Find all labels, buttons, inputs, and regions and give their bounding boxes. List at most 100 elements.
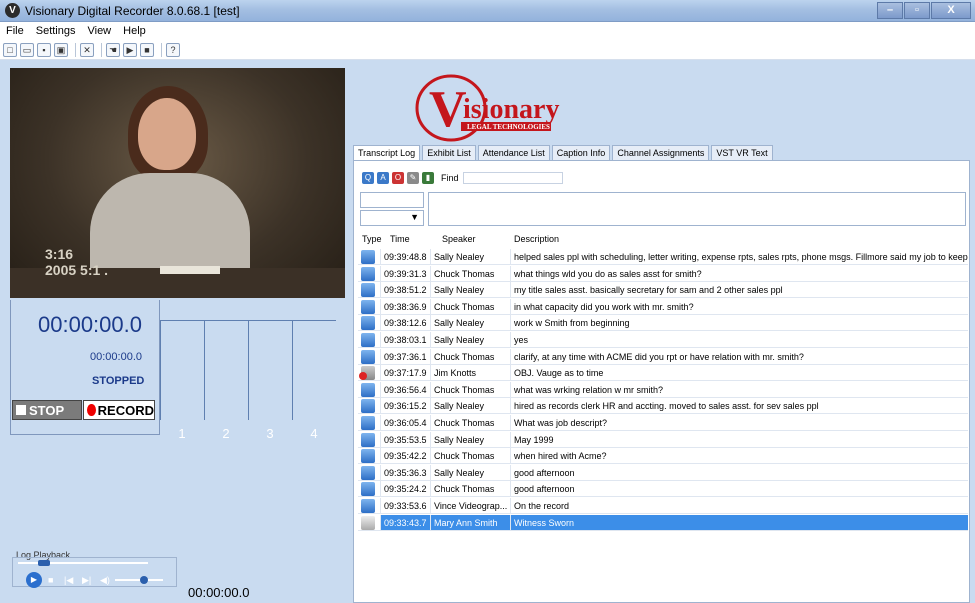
table-row[interactable]: 09:38:03.1 Sally Nealey yes — [358, 332, 968, 348]
table-row[interactable]: 09:39:48.8 Sally Nealey helped sales ppl w… — [358, 249, 968, 265]
table-row[interactable]: 09:35:53.5 Sally Nealey May 1999 — [358, 431, 968, 448]
table-row[interactable]: 09:39:31.3 Chuck Thomas what things wld yo… — [358, 265, 968, 282]
camera-icon[interactable]: ▶ — [123, 42, 137, 57]
recorder-panel: 3:16 2005 5:1 . 00:00:00.0 00:00:00.0 ST… — [0, 60, 348, 603]
sworn-icon — [361, 515, 375, 530]
table-row[interactable]: 09:35:36.3 Sally Nealey good afternoon — [358, 464, 968, 481]
table-row[interactable]: 09:38:36.9 Chuck Thomas in what capacity d… — [358, 298, 968, 315]
question-icon — [361, 382, 375, 397]
row-type-cell — [358, 249, 380, 265]
find-input[interactable] — [462, 172, 563, 184]
svg-text:isionary: isionary — [463, 94, 559, 125]
tab-exhibit-list[interactable]: Exhibit List — [422, 145, 476, 160]
row-time: 09:36:05.4 — [380, 415, 430, 431]
table-row[interactable]: 09:33:43.7 Mary Ann Smith Witness Sworn — [358, 514, 968, 531]
tab-attendance-list[interactable]: Attendance List — [477, 145, 550, 160]
row-type-cell — [358, 398, 380, 415]
row-type-cell — [358, 432, 380, 448]
tools-icon[interactable]: ✕ — [80, 42, 94, 57]
row-speaker: Sally Nealey — [430, 282, 510, 299]
table-row[interactable]: 09:36:05.4 Chuck Thomas What was job descr… — [358, 415, 968, 431]
table-row[interactable]: 09:36:56.4 Chuck Thomas what was wrking re… — [358, 381, 968, 398]
hand-icon[interactable]: ☚ — [106, 42, 120, 57]
stop-playback-icon[interactable]: ■ — [48, 575, 53, 585]
monitor-icon[interactable]: ■ — [140, 42, 154, 57]
row-type-cell — [358, 299, 380, 315]
table-row[interactable]: 09:37:36.1 Chuck Thomas clarify, at any ti… — [358, 348, 968, 365]
row-description: good afternoon — [510, 464, 968, 481]
maximize-button[interactable]: ▫ — [904, 2, 930, 19]
record-icon — [87, 404, 96, 416]
answer-marker-icon[interactable]: A — [377, 172, 389, 184]
save-as-icon[interactable]: ▣ — [54, 42, 68, 57]
row-time: 09:33:43.7 — [380, 514, 430, 531]
volume-slider[interactable] — [115, 579, 163, 581]
save-icon[interactable]: ▪ — [37, 42, 51, 57]
table-row[interactable]: 09:38:51.2 Sally Nealey my title sales ass… — [358, 282, 968, 299]
open-file-icon[interactable]: ▭ — [20, 42, 34, 57]
type-select[interactable]: ▼ — [360, 210, 424, 226]
skip-forward-icon[interactable]: ▶| — [82, 575, 91, 586]
edit-note-icon[interactable]: ✎ — [407, 172, 419, 184]
table-row[interactable]: 09:33:53.6 Vince Videograp... On the recor… — [358, 498, 968, 514]
playback-seek-handle[interactable] — [38, 560, 50, 566]
column-description[interactable]: Description — [514, 234, 559, 244]
table-row[interactable]: 09:38:12.6 Sally Nealey work w Smith from … — [358, 315, 968, 332]
question-icon — [361, 416, 375, 430]
objection-marker-icon[interactable]: O — [392, 172, 404, 184]
row-type-cell — [358, 266, 380, 282]
elapsed-time: 00:00:00.0 — [38, 312, 142, 337]
column-speaker[interactable]: Speaker — [442, 234, 476, 244]
row-time: 09:33:53.6 — [380, 498, 430, 514]
menu-settings[interactable]: Settings — [36, 25, 76, 37]
table-row[interactable]: 09:37:17.9 Jim Knotts OBJ. Vauge as to tim… — [358, 365, 968, 382]
question-marker-icon[interactable]: Q — [362, 172, 374, 184]
new-file-icon[interactable]: □ — [3, 42, 17, 57]
playback-time: 00:00:00.0 — [188, 585, 250, 600]
help-icon[interactable]: ? — [166, 42, 180, 57]
question-icon — [361, 482, 375, 497]
stop-icon — [16, 405, 26, 415]
channel-label-4: 4 — [310, 426, 318, 441]
question-icon — [361, 266, 375, 281]
chart-icon[interactable]: ▮ — [422, 172, 434, 184]
row-speaker: Sally Nealey — [430, 464, 510, 481]
row-speaker: Sally Nealey — [430, 398, 510, 415]
column-time[interactable]: Time — [390, 234, 410, 244]
play-icon[interactable]: ▶ — [26, 572, 42, 588]
tab-caption-info[interactable]: Caption Info — [551, 145, 611, 160]
tab-bar: Transcript Log Exhibit List Attendance L… — [353, 145, 775, 160]
svg-text:LEGAL TECHNOLOGIES: LEGAL TECHNOLOGIES — [467, 123, 550, 131]
tab-channel-assignments[interactable]: Channel Assignments — [612, 145, 710, 160]
skip-back-icon[interactable]: |◀ — [64, 575, 73, 586]
volume-icon[interactable]: ◀) — [100, 575, 110, 586]
speaker-input[interactable] — [360, 192, 424, 208]
row-time: 09:37:36.1 — [380, 348, 430, 365]
answer-icon — [361, 465, 375, 480]
log-toolbar: Q A O ✎ ▮ Find — [362, 171, 563, 185]
window-title: Visionary Digital Recorder 8.0.68.1 [tes… — [25, 4, 240, 18]
stop-button[interactable]: STOP — [12, 400, 82, 420]
chevron-down-icon: ▼ — [410, 212, 419, 222]
channel-meter-1 — [160, 320, 204, 420]
table-row[interactable]: 09:35:42.2 Chuck Thomas when hired with Ac… — [358, 448, 968, 465]
visionary-logo: V isionary LEGAL TECHNOLOGIES — [415, 74, 559, 142]
tab-vst-vr-text[interactable]: VST VR Text — [711, 145, 773, 160]
row-type-cell — [358, 465, 380, 481]
row-time: 09:35:42.2 — [380, 448, 430, 465]
question-icon — [361, 449, 375, 464]
close-button[interactable]: X — [931, 2, 971, 19]
row-speaker: Chuck Thomas — [430, 348, 510, 365]
table-row[interactable]: 09:35:24.2 Chuck Thomas good afternoon — [358, 481, 968, 498]
menu-file[interactable]: File — [6, 25, 24, 37]
column-type[interactable]: Type — [362, 234, 382, 244]
description-input[interactable] — [428, 192, 966, 226]
menu-view[interactable]: View — [87, 25, 111, 37]
table-row[interactable]: 09:36:15.2 Sally Nealey hired as records c… — [358, 398, 968, 415]
row-speaker: Chuck Thomas — [430, 415, 510, 431]
tab-transcript-log[interactable]: Transcript Log — [353, 145, 421, 160]
volume-handle[interactable] — [140, 576, 148, 584]
minimize-button[interactable]: – — [877, 2, 903, 19]
menu-help[interactable]: Help — [123, 25, 146, 37]
record-button[interactable]: RECORD — [83, 400, 155, 420]
